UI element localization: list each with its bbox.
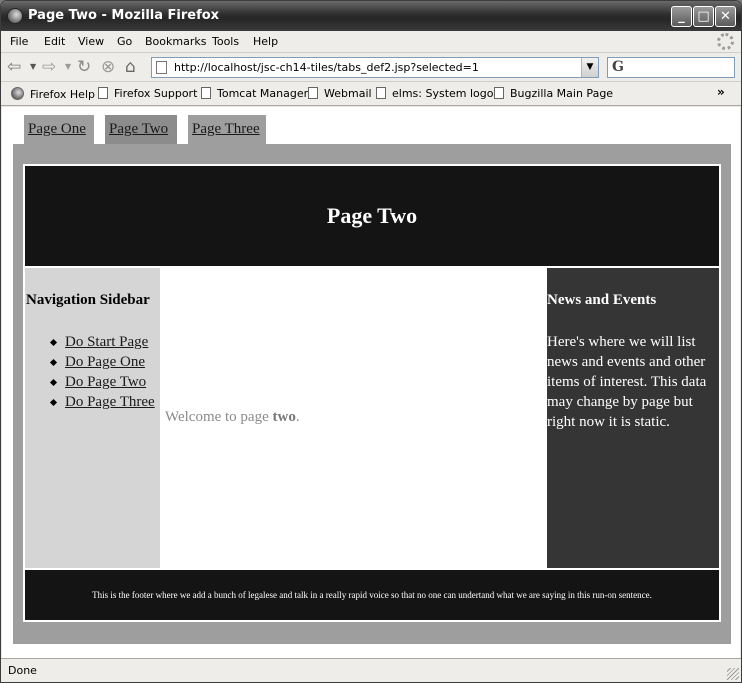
page-icon [376, 87, 386, 99]
main-content: Welcome to page two. [162, 268, 545, 568]
link-page-three[interactable]: Do Page Three [65, 394, 155, 410]
page-footer: This is the footer where we add a bunch … [25, 570, 719, 620]
maximize-button[interactable]: □ [693, 6, 714, 27]
bookmark-tomcat-manager[interactable]: Tomcat Manager [201, 87, 308, 100]
list-item: Do Start Page [49, 332, 155, 352]
navigation-sidebar: Navigation Sidebar Do Start Page Do Page… [25, 268, 161, 568]
throbber-icon [717, 33, 734, 50]
forward-dropdown-icon[interactable]: ▼ [65, 56, 71, 78]
page-icon [494, 87, 504, 99]
url-bar[interactable]: http://localhost/jsc-ch14-tiles/tabs_def… [151, 57, 599, 78]
tab-page-two[interactable]: Page Two [105, 115, 177, 144]
page-content: Page One Page Two Page Three Page Two Na… [2, 107, 740, 658]
news-title: News and Events [547, 292, 657, 308]
back-dropdown-icon[interactable]: ▼ [30, 56, 36, 78]
tab-frame: Page Two Navigation Sidebar Do Start Pag… [13, 144, 731, 644]
page-header: Page Two [25, 166, 719, 266]
search-box[interactable]: G [607, 57, 735, 78]
title-bar: Page Two - Mozilla Firefox _ □ ✕ [1, 1, 741, 31]
bookmarks-overflow-icon[interactable]: » [717, 85, 725, 99]
firefox-icon [11, 87, 24, 100]
status-bar: Done [1, 658, 741, 682]
bullet-icon [49, 398, 58, 407]
url-dropdown-icon[interactable]: ▼ [581, 58, 598, 77]
search-engine-icon[interactable]: G [612, 59, 624, 75]
firefox-window: Page Two - Mozilla Firefox _ □ ✕ File Ed… [0, 0, 742, 683]
status-text: Done [8, 664, 37, 677]
bookmarks-toolbar: Firefox Help Firefox Support Tomcat Mana… [1, 82, 741, 106]
minimize-button[interactable]: _ [671, 6, 692, 27]
menu-edit[interactable]: Edit [44, 35, 65, 48]
close-button[interactable]: ✕ [715, 6, 736, 27]
sidebar-title: Navigation Sidebar [26, 292, 150, 308]
back-arrow-icon[interactable]: ⇦ [7, 56, 21, 78]
list-item: Do Page Three [49, 392, 155, 412]
page-tabs: Page One Page Two Page Three [2, 107, 740, 144]
reload-icon[interactable]: ↻ [77, 56, 91, 78]
news-text: Here's where we will list news and event… [547, 334, 707, 430]
news-panel: News and Events Here's where we will lis… [546, 268, 719, 568]
sidebar-links: Do Start Page Do Page One Do Page Two Do… [49, 332, 155, 412]
menu-help[interactable]: Help [253, 35, 278, 48]
link-page-two[interactable]: Do Page Two [65, 374, 146, 390]
navigation-toolbar: ⇦ ▼ ⇨ ▼ ↻ ⊗ ⌂ http://localhost/jsc-ch14-… [1, 53, 741, 82]
home-icon[interactable]: ⌂ [125, 56, 136, 78]
link-start-page[interactable]: Do Start Page [65, 334, 148, 350]
link-page-one[interactable]: Do Page One [65, 354, 145, 370]
tab-page-three[interactable]: Page Three [188, 115, 266, 144]
welcome-page-name: two [272, 409, 296, 425]
window-title: Page Two - Mozilla Firefox [28, 8, 220, 23]
menu-tools[interactable]: Tools [212, 35, 239, 48]
bookmark-webmail[interactable]: Webmail [308, 87, 372, 100]
bookmark-firefox-help[interactable]: Firefox Help [11, 87, 95, 101]
menu-bar: File Edit View Go Bookmarks Tools Help [1, 31, 741, 53]
page-icon [201, 87, 211, 99]
menu-view[interactable]: View [78, 35, 104, 48]
forward-arrow-icon[interactable]: ⇨ [42, 56, 56, 78]
url-text[interactable]: http://localhost/jsc-ch14-tiles/tabs_def… [174, 61, 479, 74]
bookmark-bugzilla[interactable]: Bugzilla Main Page [494, 87, 613, 100]
menu-file[interactable]: File [10, 35, 28, 48]
resize-grip-icon[interactable] [727, 668, 739, 680]
bookmark-elms[interactable]: elms: System logon [376, 87, 500, 100]
page-layout: Page Two Navigation Sidebar Do Start Pag… [23, 164, 721, 622]
list-item: Do Page Two [49, 372, 155, 392]
bullet-icon [49, 358, 58, 367]
menu-bookmarks[interactable]: Bookmarks [145, 35, 206, 48]
stop-icon[interactable]: ⊗ [101, 56, 115, 78]
list-item: Do Page One [49, 352, 155, 372]
page-icon [98, 87, 108, 99]
page-icon [308, 87, 318, 99]
page-icon [156, 61, 167, 74]
tab-page-one[interactable]: Page One [24, 115, 94, 144]
bullet-icon [49, 338, 58, 347]
menu-go[interactable]: Go [117, 35, 132, 48]
firefox-icon[interactable] [7, 8, 23, 24]
welcome-text: Welcome to page two. [165, 409, 300, 425]
bookmark-firefox-support[interactable]: Firefox Support [98, 87, 197, 100]
bullet-icon [49, 378, 58, 387]
